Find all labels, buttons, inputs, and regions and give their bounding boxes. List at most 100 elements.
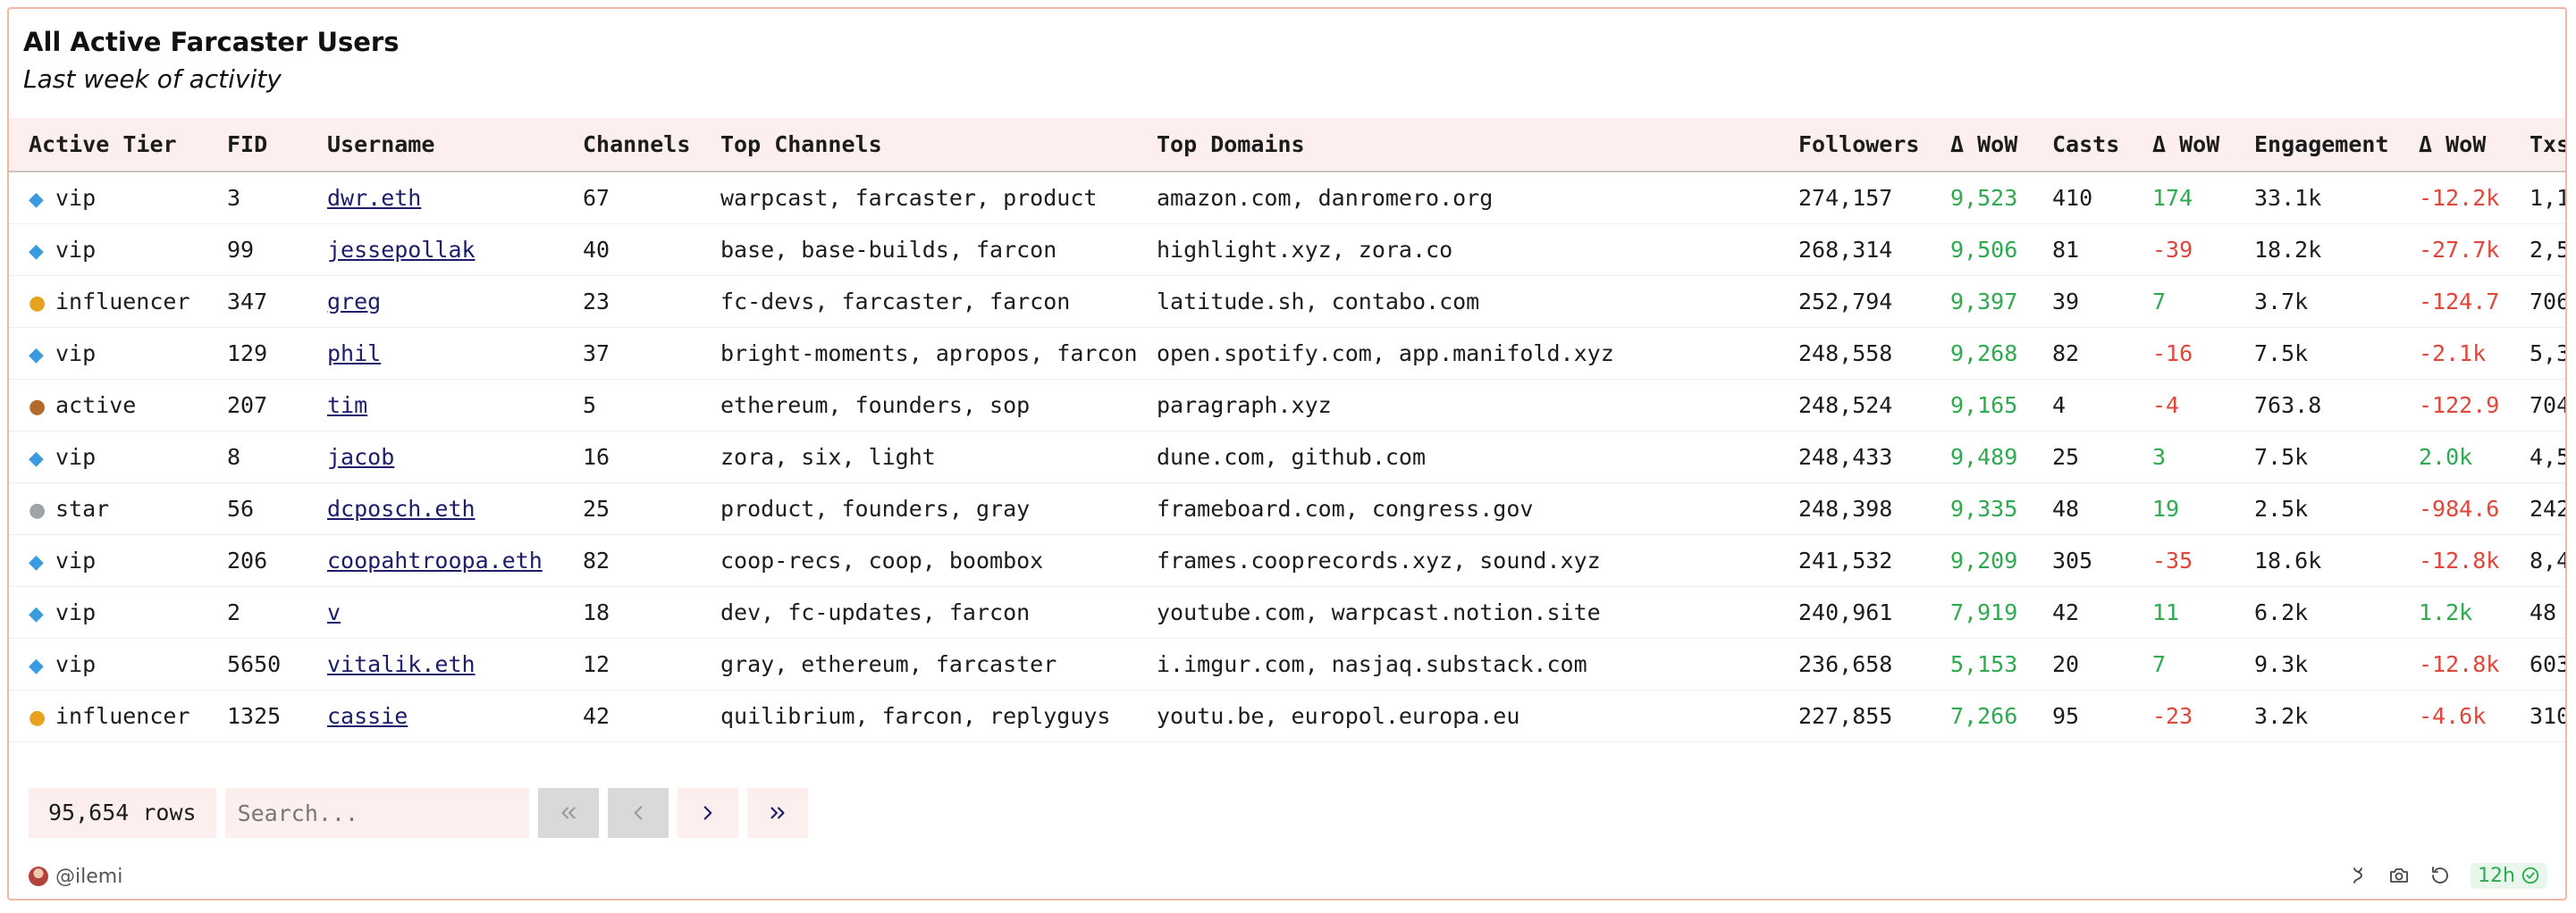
cell-active-tier: ◆ vip bbox=[9, 172, 227, 223]
next-page-button[interactable] bbox=[677, 788, 738, 838]
cell-username: phil bbox=[327, 327, 583, 379]
cell-followers: 274,157 bbox=[1798, 184, 1893, 211]
cell-casts-wow: 7 bbox=[2152, 288, 2167, 314]
refresh-icon[interactable] bbox=[2429, 865, 2451, 886]
column-header-followers[interactable]: Followers bbox=[1798, 118, 1950, 172]
search-input[interactable] bbox=[224, 788, 529, 838]
cell-fid: 207 bbox=[227, 391, 268, 418]
author-link[interactable]: @ilemi bbox=[29, 863, 122, 890]
last-page-button[interactable] bbox=[746, 788, 808, 838]
cell-top-domains: highlight.xyz, zora.co bbox=[1157, 236, 1453, 263]
tier-label: star bbox=[55, 495, 110, 522]
username-link[interactable]: tim bbox=[327, 392, 367, 418]
column-header-channels[interactable]: Channels bbox=[583, 118, 720, 172]
username-link[interactable]: dwr.eth bbox=[327, 185, 421, 211]
username-link[interactable]: phil bbox=[327, 340, 381, 366]
cell-engagement-wow: -27.7k bbox=[2419, 236, 2500, 263]
cell-username: tim bbox=[327, 379, 583, 431]
table-row[interactable]: ◆ vip 2 v 18 dev, fc-updates, farcon youtube.c… bbox=[9, 586, 2565, 638]
username-link[interactable]: v bbox=[327, 599, 341, 625]
tier-label: vip bbox=[55, 547, 97, 574]
column-header-casts[interactable]: Casts bbox=[2052, 118, 2152, 172]
cell-casts: 48 bbox=[2052, 495, 2080, 522]
cell-username: jessepollak bbox=[327, 223, 583, 275]
chevrons-left-icon bbox=[560, 807, 576, 819]
cell-engagement-wow: 1.2k bbox=[2419, 599, 2473, 625]
column-header-casts-wow[interactable]: Δ WoW bbox=[2152, 118, 2254, 172]
cell-top-domains: open.spotify.com, app.manifold.xyz bbox=[1157, 339, 1614, 366]
username-link[interactable]: cassie bbox=[327, 703, 408, 729]
cell-channels: 16 bbox=[583, 443, 610, 470]
cell-casts-wow: 174 bbox=[2152, 184, 2193, 211]
previous-page-button[interactable] bbox=[607, 788, 669, 838]
username-link[interactable]: jacob bbox=[327, 444, 394, 470]
cell-fid: 2 bbox=[227, 599, 241, 625]
username-link[interactable]: vitalik.eth bbox=[327, 651, 476, 677]
cell-fid: 129 bbox=[227, 339, 268, 366]
cell-active-tier: ◆ vip bbox=[9, 327, 227, 379]
table-row[interactable]: ● active 207 tim 5 ethereum, founders, sop par… bbox=[9, 379, 2565, 431]
cell-top-channels: dev, fc-updates, farcon bbox=[720, 599, 1031, 625]
username-link[interactable]: greg bbox=[327, 289, 381, 314]
cell-engagement: 2.5k bbox=[2254, 495, 2309, 522]
cell-casts-wow: -4 bbox=[2152, 391, 2180, 418]
column-header-top-domains[interactable]: Top Domains bbox=[1157, 118, 1798, 172]
cell-engagement: 33.1k bbox=[2254, 184, 2322, 211]
table-row[interactable]: ◆ vip 99 jessepollak 40 base, base-builds, fa… bbox=[9, 223, 2565, 275]
cell-fid: 8 bbox=[227, 443, 241, 470]
column-header-top-channels[interactable]: Top Channels bbox=[720, 118, 1157, 172]
cell-followers: 240,961 bbox=[1798, 599, 1893, 625]
column-header-active-tier[interactable]: Active Tier bbox=[9, 118, 227, 172]
cell-top-channels: base, base-builds, farcon bbox=[720, 236, 1057, 263]
cell-fid: 5650 bbox=[227, 650, 282, 677]
cell-engagement-wow: -4.6k bbox=[2419, 702, 2487, 729]
table-row[interactable]: ◆ vip 8 jacob 16 zora, six, light dune.com, gi… bbox=[9, 431, 2565, 482]
camera-icon[interactable] bbox=[2388, 865, 2410, 886]
column-header-engagement[interactable]: Engagement bbox=[2254, 118, 2419, 172]
table-row[interactable]: ● influencer 347 greg 23 fc-devs, farcaster, … bbox=[9, 275, 2565, 327]
cell-followers-wow: 7,266 bbox=[1950, 702, 2018, 729]
table-row[interactable]: ◆ vip 129 phil 37 bright-moments, apropos, fa… bbox=[9, 327, 2565, 379]
username-link[interactable]: dcposch.eth bbox=[327, 496, 476, 522]
column-header-followers-wow[interactable]: Δ WoW bbox=[1950, 118, 2052, 172]
cell-channels: 23 bbox=[583, 288, 610, 314]
column-header-fid[interactable]: FID bbox=[227, 118, 327, 172]
table-row[interactable]: ● star 56 dcposch.eth 25 product, founders, g… bbox=[9, 482, 2565, 534]
cell-top-domains: i.imgur.com, nasjaq.substack.com bbox=[1157, 650, 1587, 677]
silver-medal-icon: ● bbox=[29, 498, 46, 522]
chevron-left-icon bbox=[634, 806, 642, 820]
cell-txs: 8,4 bbox=[2530, 547, 2565, 574]
cell-casts: 4 bbox=[2052, 391, 2067, 418]
cell-engagement-wow: -12.2k bbox=[2419, 184, 2500, 211]
cell-channels: 40 bbox=[583, 236, 610, 263]
cell-followers: 241,532 bbox=[1798, 547, 1893, 574]
column-header-engagement-wow[interactable]: Δ WoW bbox=[2419, 118, 2530, 172]
column-header-txs[interactable]: Txs bbox=[2530, 118, 2565, 172]
cell-txs: 48 bbox=[2530, 599, 2557, 625]
cell-casts-wow: 7 bbox=[2152, 650, 2167, 677]
cell-txs: 5,3 bbox=[2530, 339, 2565, 366]
fork-icon[interactable] bbox=[2347, 865, 2369, 886]
check-circle-icon bbox=[2521, 867, 2539, 884]
cell-engagement: 18.6k bbox=[2254, 547, 2322, 574]
cell-engagement-wow: -124.7 bbox=[2419, 288, 2500, 314]
users-table: Active Tier FID Username Channels Top Ch… bbox=[9, 118, 2565, 742]
column-header-username[interactable]: Username bbox=[327, 118, 583, 172]
cell-txs: 1,1 bbox=[2530, 184, 2565, 211]
cell-casts-wow: -35 bbox=[2152, 547, 2193, 574]
cell-casts: 42 bbox=[2052, 599, 2080, 625]
table-row[interactable]: ● influencer 1325 cassie 42 quilibrium, farco… bbox=[9, 690, 2565, 741]
table-row[interactable]: ◆ vip 206 coopahtroopa.eth 82 coop-recs, coop… bbox=[9, 534, 2565, 586]
cell-txs: 242 bbox=[2530, 495, 2565, 522]
table-container[interactable]: Active Tier FID Username Channels Top Ch… bbox=[9, 118, 2565, 754]
cell-engagement: 3.7k bbox=[2254, 288, 2309, 314]
username-link[interactable]: jessepollak bbox=[327, 237, 476, 263]
cell-followers: 248,433 bbox=[1798, 443, 1893, 470]
cell-username: dcposch.eth bbox=[327, 482, 583, 534]
first-page-button[interactable] bbox=[537, 788, 599, 838]
cell-followers: 248,524 bbox=[1798, 391, 1893, 418]
username-link[interactable]: coopahtroopa.eth bbox=[327, 548, 543, 574]
refresh-status-badge[interactable]: 12h bbox=[2471, 862, 2547, 889]
table-row[interactable]: ◆ vip 5650 vitalik.eth 12 gray, ethereum, far… bbox=[9, 638, 2565, 690]
table-row[interactable]: ◆ vip 3 dwr.eth 67 warpcast, farcaster, produ… bbox=[9, 172, 2565, 223]
